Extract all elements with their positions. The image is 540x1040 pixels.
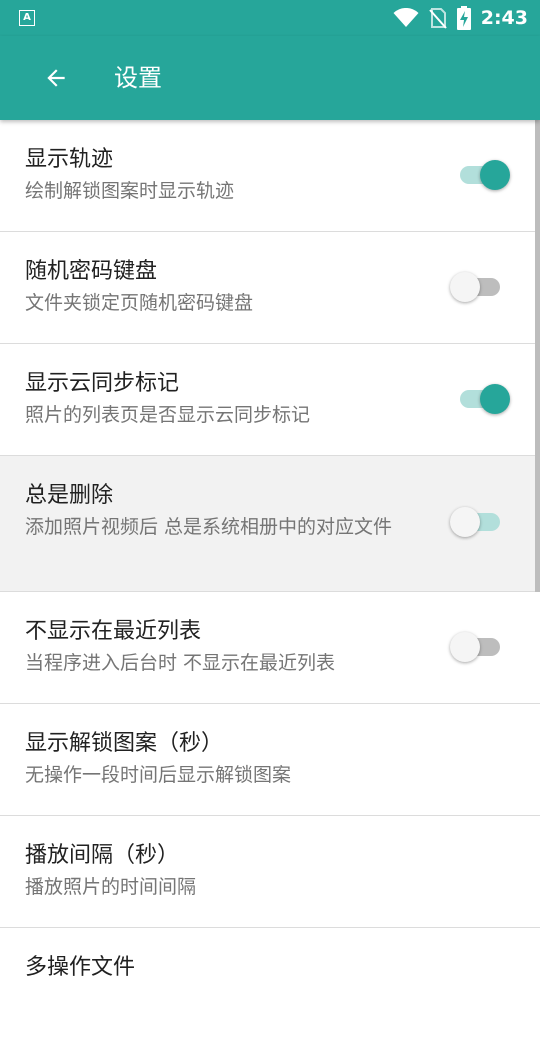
app-notification-icon: A [19,10,35,26]
setting-hide-from-recents[interactable]: 不显示在最近列表 当程序进入后台时 不显示在最近列表 [0,592,540,704]
setting-title: 多操作文件 [25,955,136,980]
switch-thumb [450,507,480,537]
setting-cloud-sync-mark[interactable]: 显示云同步标记 照片的列表页是否显示云同步标记 [0,344,540,456]
setting-title: 显示解锁图案（秒） [25,731,224,756]
arrow-left-icon [47,69,65,87]
back-button[interactable] [36,58,76,98]
status-right: 2:43 [393,6,528,30]
no-sim-icon [428,8,447,29]
setting-always-delete[interactable]: 总是删除 添加照片视频后 总是系统相册中的对应文件 [0,456,540,592]
setting-title: 显示轨迹 [25,147,114,172]
wifi-icon [393,8,419,27]
switch-thumb [450,632,480,662]
battery-charging-icon [456,6,471,30]
switch-thumb [480,384,510,414]
setting-title: 显示云同步标记 [25,371,180,396]
page-title: 设置 [114,64,162,92]
setting-summary: 文件夹锁定页随机密码键盘 [25,292,254,314]
setting-title: 随机密码键盘 [25,259,158,284]
setting-summary: 播放照片的时间间隔 [25,876,197,898]
switch-thumb [450,272,480,302]
settings-list: 显示轨迹 绘制解锁图案时显示轨迹 随机密码键盘 文件夹锁定页随机密码键盘 显示云… [0,120,540,1040]
status-bar: A 2:43 [0,0,540,36]
setting-show-unlock-pattern-seconds[interactable]: 显示解锁图案（秒） 无操作一段时间后显示解锁图案 [0,704,540,816]
setting-playback-interval-seconds[interactable]: 播放间隔（秒） 播放照片的时间间隔 [0,816,540,928]
random-keypad-toggle[interactable] [450,272,510,302]
scrollbar[interactable] [535,120,540,592]
setting-random-keypad[interactable]: 随机密码键盘 文件夹锁定页随机密码键盘 [0,232,540,344]
always-delete-toggle[interactable] [450,507,510,537]
cloud-sync-mark-toggle[interactable] [450,384,510,414]
status-time: 2:43 [480,7,528,29]
setting-multi-file-operation[interactable]: 多操作文件 [0,928,540,1040]
show-trail-toggle[interactable] [450,160,510,190]
setting-title: 不显示在最近列表 [25,619,202,644]
notification-letter: A [23,12,31,23]
setting-summary: 照片的列表页是否显示云同步标记 [25,404,311,426]
setting-summary: 当程序进入后台时 不显示在最近列表 [25,652,336,674]
switch-thumb [480,160,510,190]
app-bar: 设置 [0,36,540,120]
setting-summary: 添加照片视频后 总是系统相册中的对应文件 [25,516,393,538]
setting-summary: 绘制解锁图案时显示轨迹 [25,180,235,202]
setting-show-trail[interactable]: 显示轨迹 绘制解锁图案时显示轨迹 [0,120,540,232]
setting-title: 播放间隔（秒） [25,843,180,868]
setting-summary: 无操作一段时间后显示解锁图案 [25,764,292,786]
hide-from-recents-toggle[interactable] [450,632,510,662]
setting-title: 总是删除 [25,483,114,508]
